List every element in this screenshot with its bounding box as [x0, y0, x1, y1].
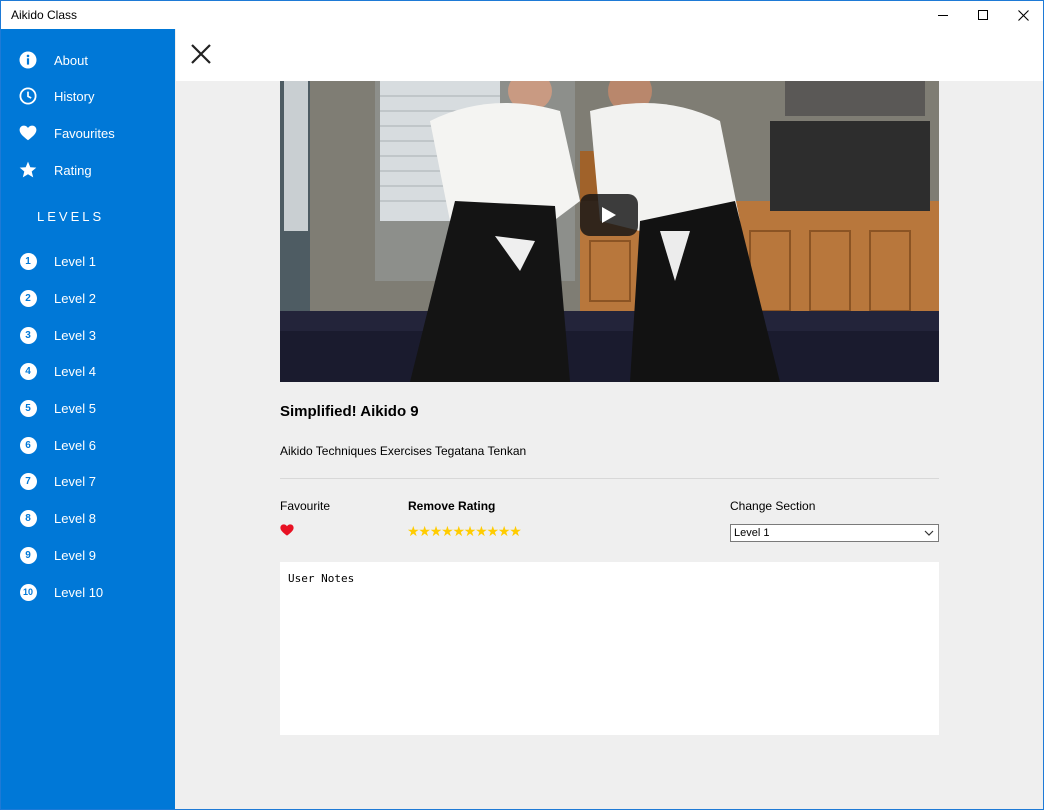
level-number-icon: 1 — [19, 252, 37, 270]
sidebar-item-rating[interactable]: Rating — [1, 152, 175, 188]
rating-star-icon[interactable]: ★ — [464, 523, 477, 539]
level-number: 8 — [19, 509, 37, 527]
favourite-heart-icon[interactable] — [280, 524, 294, 536]
close-icon — [1017, 9, 1029, 21]
sidebar-item-label: Level 7 — [54, 473, 96, 489]
rating-star-icon[interactable]: ★ — [475, 523, 488, 539]
level-number: 5 — [19, 399, 37, 417]
sidebar-item-level-10[interactable]: 10 Level 10 — [1, 574, 175, 610]
sidebar-item-label: Level 4 — [54, 363, 96, 379]
rating-star-icon[interactable]: ★ — [498, 523, 511, 539]
info-icon — [19, 51, 37, 69]
rating-star-icon[interactable]: ★ — [452, 523, 465, 539]
sidebar-item-level-4[interactable]: 4 Level 4 — [1, 353, 175, 389]
maximize-icon — [978, 10, 988, 20]
level-number-icon: 2 — [19, 289, 37, 307]
user-notes-input[interactable] — [280, 562, 939, 735]
level-number-icon: 6 — [19, 436, 37, 454]
sidebar-item-favourites[interactable]: Favourites — [1, 115, 175, 151]
star-rating: ★★★★★★★★★★ — [407, 523, 522, 539]
sidebar-item-level-7[interactable]: 7 Level 7 — [1, 463, 175, 499]
minimize-button[interactable] — [923, 1, 963, 29]
divider — [280, 478, 939, 479]
content-header — [176, 29, 1043, 81]
level-number-icon: 9 — [19, 546, 37, 564]
rating-star-icon[interactable]: ★ — [441, 523, 454, 539]
sidebar-item-level-1[interactable]: 1 Level 1 — [1, 243, 175, 279]
change-section-label: Change Section — [730, 499, 816, 513]
sidebar-item-label: Level 5 — [54, 400, 96, 416]
video-title: Simplified! Aikido 9 — [280, 403, 419, 420]
rating-star-icon[interactable]: ★ — [407, 523, 420, 539]
sidebar-item-label: Favourites — [54, 125, 115, 141]
sidebar-item-label: Level 6 — [54, 437, 96, 453]
heart-icon — [19, 124, 37, 142]
sidebar: About History Favourites Rating LEVELS 1… — [1, 29, 175, 809]
sidebar-item-level-9[interactable]: 9 Level 9 — [1, 537, 175, 573]
play-button[interactable] — [580, 194, 638, 236]
rating-star-icon[interactable]: ★ — [509, 523, 522, 539]
level-number: 10 — [19, 583, 37, 601]
level-number: 2 — [19, 289, 37, 307]
level-number: 9 — [19, 546, 37, 564]
sidebar-item-level-2[interactable]: 2 Level 2 — [1, 280, 175, 316]
sidebar-item-about[interactable]: About — [1, 42, 175, 78]
sidebar-item-level-6[interactable]: 6 Level 6 — [1, 427, 175, 463]
level-number-icon: 7 — [19, 472, 37, 490]
app-window: Aikido Class About History Favourites Ra… — [0, 0, 1044, 810]
section-select[interactable]: Level 1 — [730, 524, 939, 542]
sidebar-item-label: Level 3 — [54, 327, 96, 343]
sidebar-item-label: Rating — [54, 162, 92, 178]
close-window-button[interactable] — [1003, 1, 1043, 29]
level-number-icon: 3 — [19, 326, 37, 344]
sidebar-item-label: Level 10 — [54, 584, 104, 600]
rating-star-icon[interactable]: ★ — [430, 523, 443, 539]
app-title: Aikido Class — [11, 8, 78, 22]
video-description: Aikido Techniques Exercises Tegatana Ten… — [280, 444, 527, 458]
level-number: 7 — [19, 472, 37, 490]
close-panel-icon[interactable] — [190, 43, 212, 65]
sidebar-item-label: Level 9 — [54, 547, 96, 563]
level-number-icon: 10 — [19, 583, 37, 601]
level-number-icon: 8 — [19, 509, 37, 527]
level-number: 1 — [19, 252, 37, 270]
star-icon — [19, 161, 37, 179]
level-number-icon: 5 — [19, 399, 37, 417]
video-player[interactable] — [280, 81, 939, 382]
sidebar-item-label: Level 1 — [54, 253, 96, 269]
chevron-down-icon — [924, 530, 934, 536]
rating-star-icon[interactable]: ★ — [487, 523, 500, 539]
remove-rating-button[interactable]: Remove Rating — [408, 499, 495, 513]
levels-heading: LEVELS — [37, 209, 105, 224]
section-select-value: Level 1 — [734, 527, 770, 539]
level-number: 6 — [19, 436, 37, 454]
maximize-button[interactable] — [963, 1, 1003, 29]
level-number: 3 — [19, 326, 37, 344]
sidebar-item-level-3[interactable]: 3 Level 3 — [1, 317, 175, 353]
sidebar-item-label: About — [54, 52, 88, 68]
sidebar-item-level-8[interactable]: 8 Level 8 — [1, 500, 175, 536]
sidebar-item-label: Level 2 — [54, 290, 96, 306]
sidebar-item-history[interactable]: History — [1, 78, 175, 114]
sidebar-item-label: Level 8 — [54, 510, 96, 526]
minimize-icon — [938, 14, 948, 16]
sidebar-item-label: History — [54, 88, 95, 104]
sidebar-item-level-5[interactable]: 5 Level 5 — [1, 390, 175, 426]
level-number: 4 — [19, 362, 37, 380]
title-bar: Aikido Class — [1, 1, 1043, 29]
level-number-icon: 4 — [19, 362, 37, 380]
clock-icon — [19, 87, 37, 105]
play-icon — [602, 207, 616, 223]
rating-star-icon[interactable]: ★ — [418, 523, 431, 539]
favourite-label: Favourite — [280, 499, 331, 513]
